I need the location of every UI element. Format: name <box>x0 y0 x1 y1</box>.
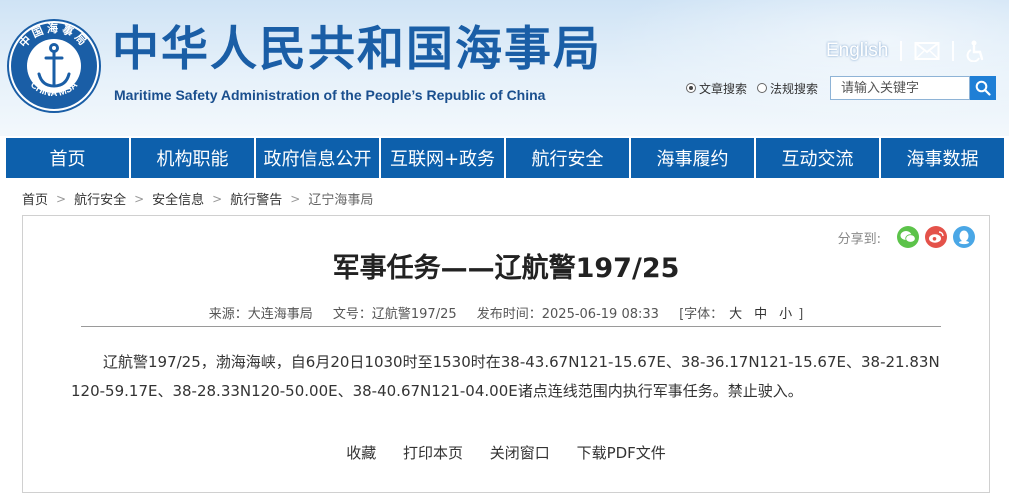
chevron-right-icon: > <box>56 191 67 206</box>
site-subtitle: Maritime Safety Administration of the Pe… <box>114 87 546 103</box>
meta-doc-number: 文号：辽航警197/25 <box>332 307 457 322</box>
print-link[interactable]: 打印本页 <box>403 444 463 462</box>
font-size-medium[interactable]: 中 <box>754 307 767 322</box>
chevron-right-icon: > <box>290 191 301 206</box>
accessibility-icon[interactable] <box>966 40 986 62</box>
meta-source: 来源：大连海事局 <box>208 307 313 322</box>
radio-checked-icon[interactable] <box>686 83 696 93</box>
nav-item-home[interactable]: 首页 <box>6 138 131 178</box>
article-actions: 收藏 打印本页 关闭窗口 下载PDF文件 <box>23 442 989 463</box>
english-link[interactable]: English <box>826 40 888 62</box>
nav-item-navigation-safety[interactable]: 航行安全 <box>506 138 631 178</box>
nav-item-data[interactable]: 海事数据 <box>881 138 1004 178</box>
search-option-label: 法规搜索 <box>770 81 819 96</box>
search-option-label: 文章搜索 <box>699 81 748 96</box>
weibo-icon[interactable] <box>925 226 947 248</box>
breadcrumb-navigation-warning[interactable]: 航行警告 <box>230 189 282 208</box>
search-option-regulation[interactable]: 法规搜索 <box>757 80 818 97</box>
search-button[interactable] <box>970 76 997 100</box>
header-background <box>560 0 1009 136</box>
article-panel: 分享到: 军事任务——辽航警197/25 来源：大连海事局 文号：辽航警197/… <box>22 215 990 493</box>
search-bar: 文章搜索 法规搜索 <box>686 76 997 100</box>
font-size-control: [字体： 大中小] <box>679 307 803 322</box>
nav-item-interaction[interactable]: 互动交流 <box>756 138 881 178</box>
download-pdf-link[interactable]: 下载PDF文件 <box>577 444 666 462</box>
breadcrumb-safety-info[interactable]: 安全信息 <box>152 189 204 208</box>
article-title: 军事任务——辽航警197/25 <box>332 253 680 284</box>
search-option-article[interactable]: 文章搜索 <box>686 80 747 97</box>
nav-item-functions[interactable]: 机构职能 <box>131 138 256 178</box>
site-header: 中国海事局 CHINA MSA 中华人民共和国海事局 Maritime Safe… <box>0 0 1009 136</box>
qq-icon[interactable] <box>953 226 975 248</box>
china-msa-logo[interactable]: 中国海事局 CHINA MSA <box>6 18 102 114</box>
article-meta: 来源：大连海事局 文号：辽航警197/25 发布时间：2025-06-19 08… <box>23 303 989 322</box>
font-size-large[interactable]: 大 <box>729 307 742 322</box>
top-link-divider <box>952 41 955 61</box>
close-window-link[interactable]: 关闭窗口 <box>490 444 550 462</box>
chevron-right-icon: > <box>134 191 145 206</box>
nav-item-compliance[interactable]: 海事履约 <box>631 138 756 178</box>
search-icon <box>975 80 991 96</box>
nav-item-internet-gov[interactable]: 互联网+政务 <box>381 138 506 178</box>
top-link-divider <box>900 41 903 61</box>
font-size-close: ] <box>798 307 804 322</box>
meta-divider <box>81 326 941 327</box>
share-label: 分享到: <box>837 231 881 247</box>
breadcrumb-navigation-safety[interactable]: 航行安全 <box>74 189 126 208</box>
nav-item-gov-info[interactable]: 政府信息公开 <box>256 138 381 178</box>
radio-unchecked-icon[interactable] <box>757 83 768 93</box>
font-size-small[interactable]: 小 <box>779 307 792 322</box>
breadcrumb-home[interactable]: 首页 <box>22 189 48 208</box>
article-body: 辽航警197/25，渤海海峡，自6月20日1030时至1530时在38-43.6… <box>71 353 940 400</box>
wechat-icon[interactable] <box>897 226 919 248</box>
top-links: English <box>826 38 986 64</box>
main-nav: 首页 机构职能 政府信息公开 互联网+政务 航行安全 海事履约 互动交流 海事数… <box>6 138 1004 178</box>
breadcrumb-liaoning-msa[interactable]: 辽宁海事局 <box>308 189 373 208</box>
site-title[interactable]: 中华人民共和国海事局 <box>112 26 602 73</box>
share-bar: 分享到: <box>838 226 975 248</box>
font-size-label: [字体： <box>679 307 724 322</box>
meta-published-time: 发布时间：2025-06-19 08:33 <box>476 307 659 322</box>
favorite-link[interactable]: 收藏 <box>346 444 376 462</box>
chevron-right-icon: > <box>212 191 223 206</box>
breadcrumb: 首页 > 航行安全 > 安全信息 > 航行警告 > 辽宁海事局 <box>22 189 373 209</box>
search-input[interactable] <box>830 76 971 100</box>
mail-icon[interactable] <box>914 41 940 61</box>
